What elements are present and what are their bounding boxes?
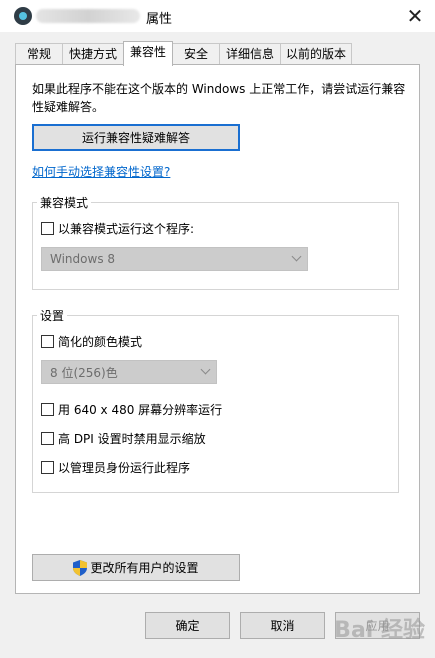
- resolution-label: 用 640 x 480 屏幕分辨率运行: [58, 403, 223, 417]
- os-version-select[interactable]: Windows 8: [41, 247, 308, 271]
- dpi-checkbox[interactable]: [41, 432, 54, 445]
- os-version-value: Windows 8: [50, 252, 116, 266]
- admin-checkbox[interactable]: [41, 461, 54, 474]
- tab-previous-versions[interactable]: 以前的版本: [280, 43, 352, 65]
- tab-compatibility[interactable]: 兼容性: [123, 41, 173, 66]
- title-bar: 属性 ✕: [0, 0, 435, 32]
- color-depth-value: 8 位(256)色: [50, 365, 118, 380]
- close-button[interactable]: ✕: [395, 0, 435, 32]
- change-all-users-label: 更改所有用户的设置: [90, 561, 199, 575]
- chevron-down-icon: [291, 251, 302, 262]
- admin-label: 以管理员身份运行此程序: [58, 461, 191, 475]
- compat-mode-label: 兼容模式: [37, 194, 92, 211]
- compat-mode-checkbox[interactable]: [41, 222, 54, 235]
- blurred-program-name: [36, 9, 140, 23]
- change-all-users-button[interactable]: 更改所有用户的设置: [32, 554, 240, 581]
- compat-mode-row[interactable]: 以兼容模式运行这个程序:: [41, 220, 194, 237]
- reduced-color-row[interactable]: 简化的颜色模式: [41, 333, 142, 350]
- compat-intro-text: 如果此程序不能在这个版本的 Windows 上正常工作，请尝试运行兼容性疑难解答…: [32, 82, 406, 114]
- tab-security[interactable]: 安全: [172, 43, 220, 65]
- dpi-label: 高 DPI 设置时禁用显示缩放: [58, 432, 206, 446]
- chevron-down-icon: [200, 364, 211, 375]
- tab-details[interactable]: 详细信息: [219, 43, 281, 65]
- tab-shortcut[interactable]: 快捷方式: [62, 43, 124, 65]
- ok-button[interactable]: 确定: [145, 612, 230, 639]
- tab-general[interactable]: 常规: [15, 43, 63, 65]
- compat-mode-checkbox-label: 以兼容模式运行这个程序:: [58, 222, 195, 236]
- settings-label: 设置: [37, 307, 68, 324]
- color-depth-select[interactable]: 8 位(256)色: [41, 360, 217, 384]
- uac-shield-icon: [73, 559, 88, 576]
- dpi-row[interactable]: 高 DPI 设置时禁用显示缩放: [41, 430, 206, 447]
- resolution-row[interactable]: 用 640 x 480 屏幕分辨率运行: [41, 401, 222, 418]
- resolution-checkbox[interactable]: [41, 403, 54, 416]
- run-troubleshooter-button[interactable]: 运行兼容性疑难解答: [32, 124, 240, 151]
- admin-row[interactable]: 以管理员身份运行此程序: [41, 459, 190, 476]
- app-icon: [14, 7, 32, 25]
- compat-mode-group: [32, 202, 399, 290]
- reduced-color-label: 简化的颜色模式: [58, 335, 143, 349]
- cancel-button[interactable]: 取消: [240, 612, 325, 639]
- reduced-color-checkbox[interactable]: [41, 335, 54, 348]
- watermark-logo: Bai 经验: [334, 618, 425, 643]
- window-title: 属性: [146, 12, 173, 27]
- manual-settings-link[interactable]: 如何手动选择兼容性设置?: [32, 163, 170, 180]
